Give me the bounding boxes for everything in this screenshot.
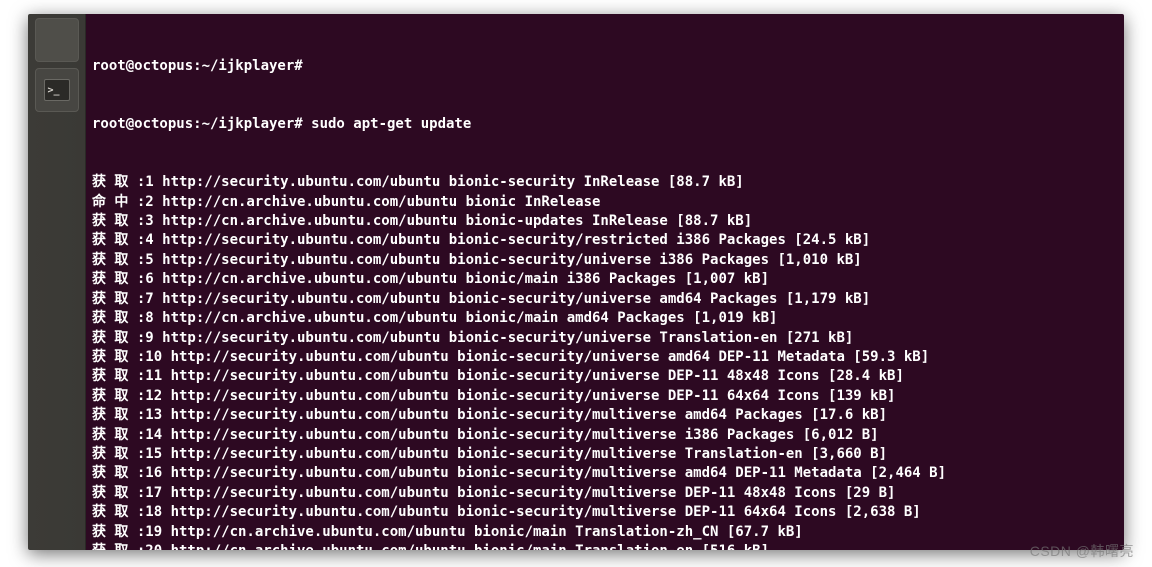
terminal-icon: >_	[44, 79, 70, 101]
apt-line: 获 取 :14 http://security.ubuntu.com/ubunt…	[92, 426, 1124, 445]
shell-command: root@octopus:~/ijkplayer# sudo apt-get u…	[92, 115, 1124, 134]
apt-line: 获 取 :13 http://security.ubuntu.com/ubunt…	[92, 406, 1124, 425]
apt-line: 获 取 :1 http://security.ubuntu.com/ubuntu…	[92, 173, 1124, 192]
apt-line: 获 取 :15 http://security.ubuntu.com/ubunt…	[92, 445, 1124, 464]
apt-line: 获 取 :11 http://security.ubuntu.com/ubunt…	[92, 367, 1124, 386]
apt-line: 获 取 :16 http://security.ubuntu.com/ubunt…	[92, 464, 1124, 483]
apt-line: 获 取 :18 http://security.ubuntu.com/ubunt…	[92, 503, 1124, 522]
apt-line: 获 取 :19 http://cn.archive.ubuntu.com/ubu…	[92, 523, 1124, 542]
apt-line: 获 取 :4 http://security.ubuntu.com/ubuntu…	[92, 231, 1124, 250]
launcher-terminal-icon[interactable]: >_	[35, 68, 79, 112]
launcher-sidebar: >_	[28, 14, 86, 550]
launcher-icon-generic[interactable]	[35, 18, 79, 62]
terminal-output[interactable]: root@octopus:~/ijkplayer# root@octopus:~…	[86, 14, 1124, 550]
apt-line: 获 取 :5 http://security.ubuntu.com/ubuntu…	[92, 251, 1124, 270]
apt-output-lines: 获 取 :1 http://security.ubuntu.com/ubuntu…	[92, 173, 1124, 550]
apt-line: 获 取 :8 http://cn.archive.ubuntu.com/ubun…	[92, 309, 1124, 328]
apt-line: 获 取 :20 http://cn.archive.ubuntu.com/ubu…	[92, 542, 1124, 550]
apt-line: 获 取 :12 http://security.ubuntu.com/ubunt…	[92, 387, 1124, 406]
apt-line: 获 取 :17 http://security.ubuntu.com/ubunt…	[92, 484, 1124, 503]
apt-line: 命 中 :2 http://cn.archive.ubuntu.com/ubun…	[92, 193, 1124, 212]
window-frame: >_ root@octopus:~/ijkplayer# root@octopu…	[28, 14, 1124, 550]
shell-prompt: root@octopus:~/ijkplayer#	[92, 57, 1124, 76]
apt-line: 获 取 :6 http://cn.archive.ubuntu.com/ubun…	[92, 270, 1124, 289]
apt-line: 获 取 :3 http://cn.archive.ubuntu.com/ubun…	[92, 212, 1124, 231]
apt-line: 获 取 :7 http://security.ubuntu.com/ubuntu…	[92, 290, 1124, 309]
apt-line: 获 取 :9 http://security.ubuntu.com/ubuntu…	[92, 329, 1124, 348]
apt-line: 获 取 :10 http://security.ubuntu.com/ubunt…	[92, 348, 1124, 367]
watermark-text: CSDN @韩曙亮	[1030, 541, 1134, 561]
